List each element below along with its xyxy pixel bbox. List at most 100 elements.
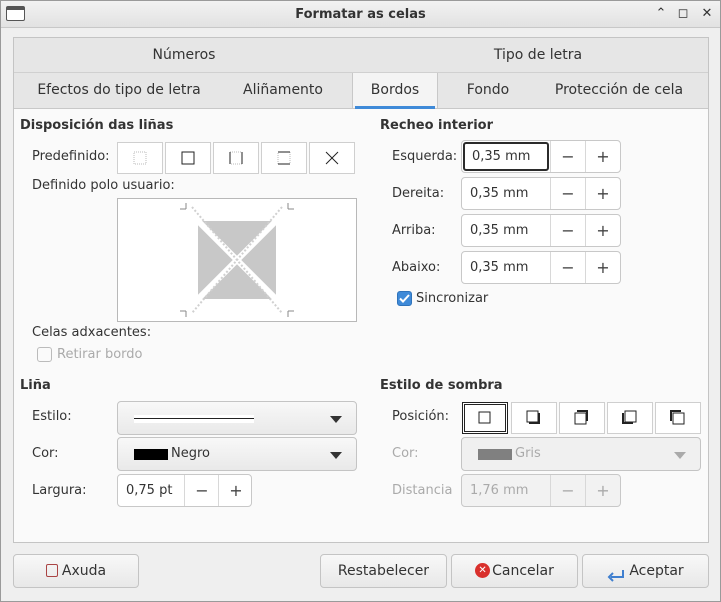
line-width-spinner: − + [117,474,252,507]
remove-border-checkbox[interactable] [37,347,52,362]
shadow-none[interactable] [462,402,508,434]
padding-top-label: Arriba: [392,223,436,238]
chevron-down-icon [330,416,342,423]
padding-top-spinner: − + [461,214,621,247]
line-color-dropdown[interactable]: Negro [117,437,357,471]
line-width-decrement[interactable]: − [184,475,219,506]
padding-right-decrement[interactable]: − [550,178,585,209]
line-width-label: Largura: [32,483,87,498]
padding-bottom-spinner: − + [461,251,621,284]
shadow-top-right-icon [574,410,588,425]
help-icon [45,563,58,577]
padding-top-input[interactable] [463,216,549,245]
user-defined-border-area[interactable] [117,198,357,322]
tab-font[interactable]: Tipo de letra [368,38,708,73]
shadow-distance-label: Distancia [392,483,453,498]
padding-right-spinner: − + [461,177,621,210]
preset-box[interactable] [165,142,211,174]
preset-top-bottom-icon [277,151,291,165]
shadow-bottom-right-icon [526,410,540,424]
line-color-label: Cor: [32,446,59,461]
preset-none[interactable] [117,142,163,174]
padding-bottom-input[interactable] [463,253,549,282]
shadow-bottom-left[interactable] [607,402,653,434]
line-style-preview [134,415,254,423]
remove-border-label: Retirar bordo [57,347,143,362]
shadow-position-label: Posición: [392,409,450,424]
sync-checkbox[interactable] [397,291,412,306]
padding-left-input[interactable] [463,142,549,171]
cancel-button-label: Cancelar [492,563,554,579]
checkmark-icon [399,294,410,303]
preset-diagonal[interactable] [309,142,355,174]
close-icon[interactable]: ✕ [698,5,716,23]
help-button-label: Axuda [61,563,107,579]
padding-left-label: Esquerda: [392,149,458,164]
shadow-bottom-left-icon [622,410,637,424]
shadow-top-left-icon [670,410,685,425]
padding-left-spinner: − + [461,140,621,173]
line-style-dropdown[interactable] [117,401,357,435]
shadow-top-right[interactable] [559,402,605,434]
reset-button[interactable]: Restabelecer [320,554,447,588]
shadow-color-value: Gris [515,446,541,461]
padding-bottom-decrement[interactable]: − [550,252,585,283]
preset-box-icon [181,151,195,165]
title-bar: Formatar as celas ⌃ ◻ ✕ [1,1,720,28]
shadow-color-dropdown[interactable]: Gris [461,437,701,471]
padding-right-increment[interactable]: + [585,178,620,209]
shadow-distance-input[interactable] [463,476,549,505]
preset-left-right-icon [229,151,243,165]
padding-top-increment[interactable]: + [585,215,620,246]
shadow-none-icon [478,411,491,424]
shadow-color-swatch [478,449,512,460]
preset-diagonal-icon [325,151,339,165]
line-color-swatch [134,449,168,460]
preset-label: Predefinido: [32,149,110,164]
dialog-window: Formatar as celas ⌃ ◻ ✕ Números Tipo de … [0,0,721,602]
padding-bottom-increment[interactable]: + [585,252,620,283]
help-button[interactable]: Axuda [13,554,139,588]
ok-button-label: Aceptar [629,563,684,579]
ok-button[interactable]: Aceptar [582,554,709,588]
notebook-panel: Números Tipo de letra Efectos do tipo de… [13,37,709,543]
enter-icon [607,563,625,582]
padding-bottom-label: Abaixo: [392,260,441,275]
tab-font-effects[interactable]: Efectos do tipo de letra [30,73,208,108]
shadow-distance-spinner: − + [461,474,621,507]
cancel-button[interactable]: ✕ Cancelar [451,554,578,588]
preset-top-bottom[interactable] [261,142,307,174]
shadow-top-left[interactable] [655,402,701,434]
line-heading: Liña [20,378,51,393]
user-defined-label: Definido polo usuario: [32,178,175,193]
cancel-icon: ✕ [475,562,491,578]
window-title: Formatar as celas [295,7,426,22]
tab-background[interactable]: Fondo [456,73,520,108]
preset-left-right[interactable] [213,142,259,174]
shadow-distance-decrement[interactable]: − [550,475,585,506]
tab-borders[interactable]: Bordos [352,73,438,109]
preset-none-icon [133,151,147,165]
line-style-label: Estilo: [32,409,72,424]
adjacent-cells-label: Celas adxacentes: [32,325,152,340]
line-color-value: Negro [171,446,210,461]
tab-alignment[interactable]: Aliñamento [228,73,338,108]
line-width-input[interactable] [119,476,189,505]
line-width-increment[interactable]: + [218,475,253,506]
border-preview [180,203,294,317]
padding-left-increment[interactable]: + [585,141,620,172]
tab-numbers[interactable]: Números [14,38,354,73]
tab-row-1: Números Tipo de letra [14,38,708,73]
tab-row-2: Efectos do tipo de letra Aliñamento Bord… [14,73,708,109]
padding-top-decrement[interactable]: − [550,215,585,246]
padding-right-label: Dereita: [392,186,445,201]
padding-right-input[interactable] [463,179,549,208]
shadow-bottom-right[interactable] [511,402,557,434]
shadow-distance-increment[interactable]: + [585,475,620,506]
chevron-down-icon [674,452,686,459]
maximize-icon[interactable]: ◻ [674,5,692,23]
sync-label: Sincronizar [416,291,489,306]
tab-cell-protection[interactable]: Protección de cela [548,73,690,108]
padding-left-decrement[interactable]: − [550,141,585,172]
minimize-icon[interactable]: ⌃ [652,5,670,23]
